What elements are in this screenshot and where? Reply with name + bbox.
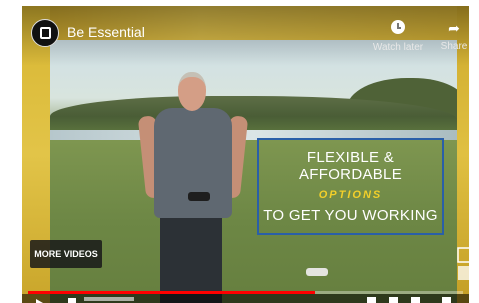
video-title[interactable]: Be Essential bbox=[67, 24, 145, 40]
share-arrow-icon: ➦ bbox=[448, 20, 460, 36]
clock-icon bbox=[391, 20, 405, 34]
presenter bbox=[137, 72, 250, 303]
video-frame: FLEXIBLE & AFFORDABLE OPTIONS TO GET YOU… bbox=[50, 40, 457, 303]
share-button[interactable]: ➦ Share bbox=[434, 20, 469, 52]
watch-later-button[interactable]: Watch later bbox=[370, 20, 426, 53]
settings-icon[interactable] bbox=[389, 297, 398, 303]
channel-logo-icon[interactable] bbox=[31, 19, 59, 47]
progress-bar[interactable] bbox=[28, 291, 463, 294]
channel-watermark-icon[interactable] bbox=[457, 244, 469, 282]
drone-controller bbox=[188, 192, 210, 201]
play-icon[interactable] bbox=[36, 299, 43, 303]
caption-box: FLEXIBLE & AFFORDABLE OPTIONS TO GET YOU… bbox=[257, 138, 444, 235]
caption-line-2: OPTIONS bbox=[318, 189, 383, 201]
caption-line-1: FLEXIBLE & AFFORDABLE bbox=[298, 149, 403, 183]
fullscreen-icon[interactable] bbox=[442, 297, 451, 303]
video-player[interactable]: FLEXIBLE & AFFORDABLE OPTIONS TO GET YOU… bbox=[22, 6, 469, 303]
caption-line-3: TO GET YOU WORKING bbox=[263, 207, 438, 224]
presenter-shirt bbox=[154, 108, 232, 218]
youtube-icon[interactable] bbox=[411, 297, 420, 303]
share-label: Share bbox=[440, 41, 468, 52]
subtitles-icon[interactable] bbox=[367, 297, 376, 303]
drone bbox=[306, 268, 328, 276]
presenter-head bbox=[178, 72, 206, 111]
progress-fill bbox=[28, 291, 316, 294]
more-videos-button[interactable]: MORE VIDEOS bbox=[30, 240, 102, 268]
watch-later-label: Watch later bbox=[372, 42, 424, 53]
tv-glyph bbox=[40, 27, 51, 39]
volume-icon[interactable] bbox=[68, 298, 76, 303]
time-display bbox=[84, 297, 134, 301]
